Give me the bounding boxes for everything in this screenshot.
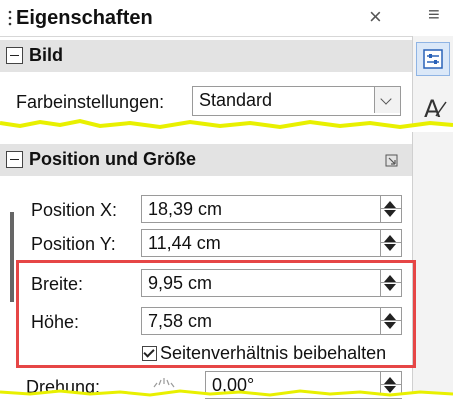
position-y-label: Position Y: bbox=[31, 234, 116, 254]
properties-deck-button[interactable] bbox=[416, 42, 450, 76]
spin-down-icon[interactable] bbox=[384, 210, 396, 217]
more-options-icon bbox=[385, 154, 398, 167]
position-y-spinner[interactable] bbox=[380, 230, 401, 256]
close-button[interactable]: × bbox=[369, 4, 382, 30]
left-resize-strip[interactable] bbox=[10, 212, 14, 302]
position-x-spinner[interactable] bbox=[380, 196, 401, 222]
dropdown-button[interactable] bbox=[374, 87, 400, 113]
position-x-label: Position X: bbox=[31, 200, 118, 220]
torn-edge bbox=[0, 118, 453, 132]
farbeinstellungen-label: Farbeinstellungen: bbox=[16, 92, 165, 112]
section-title-bild: Bild bbox=[29, 45, 63, 65]
farbeinstellungen-value: Standard bbox=[199, 90, 273, 110]
spin-up-icon[interactable] bbox=[384, 235, 396, 242]
highlight-frame bbox=[16, 260, 416, 368]
collapse-position-icon[interactable] bbox=[6, 151, 23, 168]
panel-title: Eigenschaften bbox=[16, 7, 153, 29]
position-y-value: 11,44 cm bbox=[148, 233, 221, 253]
position-y-field[interactable]: 11,44 cm bbox=[141, 229, 402, 257]
section-title-position: Position und Größe bbox=[29, 149, 196, 169]
spin-down-icon[interactable] bbox=[384, 244, 396, 251]
chevron-down-icon bbox=[380, 93, 392, 105]
spin-up-icon[interactable] bbox=[384, 201, 396, 208]
properties-deck-icon bbox=[423, 49, 443, 69]
collapse-bild-icon[interactable] bbox=[6, 47, 23, 64]
section-header-bild[interactable]: Bild bbox=[0, 40, 412, 72]
torn-edge bbox=[0, 388, 453, 398]
farbeinstellungen-select[interactable]: Standard bbox=[192, 86, 401, 116]
spin-up-icon[interactable] bbox=[384, 377, 396, 384]
position-x-field[interactable]: 18,39 cm bbox=[141, 195, 402, 223]
section-header-position[interactable]: Position und Größe bbox=[0, 144, 412, 176]
position-x-value: 18,39 cm bbox=[148, 199, 223, 219]
grip-icon[interactable] bbox=[8, 10, 12, 26]
menu-button[interactable]: ≡ bbox=[428, 4, 440, 27]
